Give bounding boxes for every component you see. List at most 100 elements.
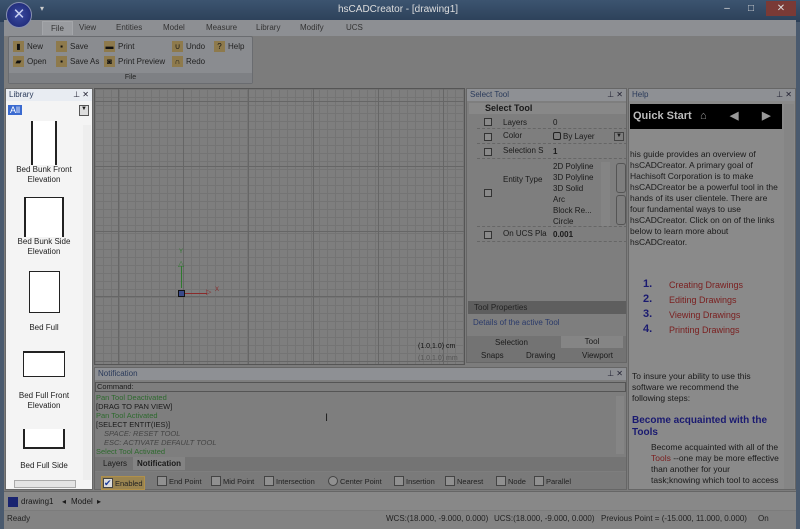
link-creating-drawings[interactable]: Creating Drawings (669, 280, 743, 290)
ucs-plane-checkbox[interactable] (484, 231, 492, 239)
link-viewing-drawings[interactable]: Viewing Drawings (669, 310, 740, 320)
maximize-button[interactable]: □ (740, 1, 762, 16)
layers-checkbox[interactable] (484, 118, 492, 126)
library-hscrollbar[interactable] (14, 480, 76, 488)
log-scrollbar[interactable] (616, 396, 624, 454)
link-editing-drawings[interactable]: Editing Drawings (669, 295, 737, 305)
list-item[interactable]: Block Re... (553, 205, 593, 216)
check-icon: ✔ (103, 478, 113, 488)
prop-row-entity-type[interactable]: Entity Type 2D Polyline 3D Polyline 3D Sol… (477, 159, 627, 227)
tab-file[interactable]: File (42, 21, 73, 35)
tab-drawing[interactable]: Drawing (526, 351, 555, 360)
snap-intersection[interactable]: Intersection (264, 476, 315, 486)
library-item[interactable]: Bed Bunk Side Elevation (6, 197, 82, 257)
tab-snaps[interactable]: Snaps (481, 351, 504, 360)
link-printing-drawings[interactable]: Printing Drawings (669, 325, 740, 335)
tab-view[interactable]: View (79, 23, 96, 32)
open-button[interactable]: ▰ Open (13, 56, 47, 67)
tab-selection[interactable]: Selection (495, 338, 528, 347)
entity-type-list[interactable]: 2D Polyline 3D Polyline 3D Solid Arc Block R… (553, 161, 593, 227)
tab-layers[interactable]: Layers (103, 459, 127, 468)
tab-measure[interactable]: Measure (206, 23, 237, 32)
color-select[interactable]: By Layer (553, 132, 595, 141)
help-button[interactable]: ? Help (214, 41, 244, 52)
doc-tab-drawing1[interactable]: drawing1 (21, 497, 53, 506)
close-button[interactable]: ✕ (766, 1, 796, 16)
color-checkbox[interactable] (484, 133, 492, 141)
panel-header: Notification ⊥ ✕ (95, 368, 626, 380)
snap-mid-point[interactable]: Mid Point (211, 476, 254, 486)
list-scrollbar[interactable] (601, 162, 610, 226)
library-vscrollbar[interactable] (83, 125, 91, 480)
snap-node[interactable]: Node (496, 476, 526, 486)
library-item[interactable]: Bed Full Front Elevation (6, 351, 82, 411)
pin-close-icons[interactable]: ⊥ ✕ (607, 89, 623, 101)
tab-ucs[interactable]: UCS (346, 23, 363, 32)
select-none-button[interactable] (616, 195, 626, 225)
list-item[interactable]: 3D Solid (553, 183, 593, 194)
snap-insertion[interactable]: Insertion (394, 476, 435, 486)
log-line: [SELECT ENTIT(IES)] (96, 420, 171, 429)
list-item[interactable]: 2D Polyline (553, 161, 593, 172)
list-item[interactable]: Arc (553, 194, 593, 205)
select-all-button[interactable] (616, 163, 626, 193)
library-item[interactable]: Bed Bunk Front Elevation (6, 121, 82, 185)
panel-header: Library ⊥ ✕ (6, 89, 92, 101)
pin-close-icons[interactable]: ⊥ ✕ (776, 89, 792, 101)
help-intro: his guide provides an overview of hsCADC… (630, 149, 778, 247)
entity-type-checkbox[interactable] (484, 189, 492, 197)
help-scrollbar[interactable] (784, 104, 794, 489)
new-button[interactable]: ▮ New (13, 41, 43, 52)
pin-close-icons[interactable]: ⊥ ✕ (73, 89, 89, 101)
tab-tool[interactable]: Tool (561, 336, 623, 348)
drawing-icon (8, 497, 18, 507)
print-preview-button[interactable]: ◙ Print Preview (104, 56, 165, 67)
filter-dropdown-icon[interactable]: ▼ (79, 105, 89, 116)
command-input[interactable]: Command: (95, 382, 626, 392)
next-layout-icon[interactable]: ▸ (97, 497, 101, 506)
save-button[interactable]: ▪ Save (56, 41, 88, 52)
link-tools[interactable]: Tools (651, 453, 671, 463)
selection-checkbox[interactable] (484, 148, 492, 156)
group-label: File (9, 73, 252, 83)
layout-tab-model[interactable]: Model (71, 497, 93, 506)
library-item[interactable]: Bed Full (6, 271, 82, 333)
quick-access-dropdown[interactable]: ▾ (40, 4, 44, 13)
library-item[interactable]: Bed Full Side (6, 429, 82, 471)
minimize-button[interactable]: – (716, 1, 738, 16)
prev-layout-icon[interactable]: ◂ (62, 497, 66, 506)
snap-center-point[interactable]: Center Point (328, 476, 382, 486)
library-filter[interactable]: All (8, 105, 23, 115)
tab-modify[interactable]: Modify (300, 23, 324, 32)
status-previous-point: Previous Point = (-15.000, 11.000, 0.000… (601, 514, 747, 523)
prop-row-ucs-plane[interactable]: On UCS Pla 0.001 (477, 227, 627, 242)
print-button[interactable]: ▬ Print (104, 41, 134, 52)
pin-close-icons[interactable]: ⊥ ✕ (607, 368, 623, 380)
section-header[interactable]: Select Tool (469, 103, 626, 114)
tab-library[interactable]: Library (256, 23, 280, 32)
tab-entities[interactable]: Entities (116, 23, 142, 32)
tab-notification[interactable]: Notification (133, 457, 185, 470)
back-arrow-icon[interactable]: ◀ (730, 104, 738, 129)
prop-row-selection-size[interactable]: Selection S1 (477, 144, 627, 159)
snap-parallel[interactable]: Parallel (534, 476, 571, 486)
app-logo[interactable]: ✕ (6, 2, 32, 28)
forward-arrow-icon[interactable]: ▶ (762, 104, 770, 129)
home-icon[interactable]: ⌂ (700, 104, 707, 129)
prop-row-color[interactable]: Color By Layer ▼ (477, 129, 627, 144)
list-item[interactable]: 3D Polyline (553, 172, 593, 183)
snap-end-point[interactable]: End Point (157, 476, 202, 486)
prop-row-layers[interactable]: Layers 0 (477, 115, 627, 129)
snap-nearest[interactable]: Nearest (445, 476, 483, 486)
x-axis-arrow-icon: ▷ (206, 289, 212, 296)
save-as-button[interactable]: ▪ Save As (56, 56, 99, 67)
snap-enabled[interactable]: ✔ Enabled (101, 476, 145, 490)
tab-viewport[interactable]: Viewport (582, 351, 613, 360)
undo-button[interactable]: ∪ Undo (172, 41, 205, 52)
text-cursor-icon: I (325, 412, 329, 424)
redo-button[interactable]: ∩ Redo (172, 56, 205, 67)
tab-model[interactable]: Model (163, 23, 185, 32)
chevron-down-icon[interactable]: ▼ (614, 132, 624, 141)
drawing-canvas[interactable]: △ Y ▷ X (1.0,1.0) cm (1.0,1.0) mm (94, 88, 465, 365)
list-item[interactable]: Circle (553, 216, 593, 227)
